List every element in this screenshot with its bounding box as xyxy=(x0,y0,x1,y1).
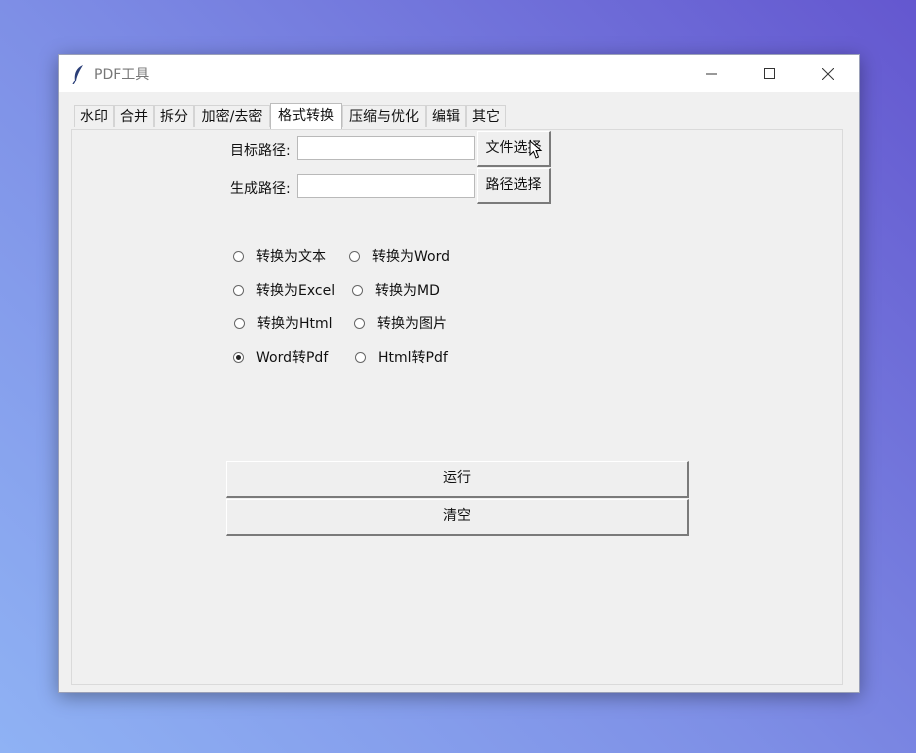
tab-encrypt[interactable]: 加密/去密 xyxy=(194,105,270,127)
run-button[interactable]: 运行 xyxy=(226,461,689,498)
radio-dot[interactable] xyxy=(233,285,244,296)
close-icon xyxy=(822,68,834,80)
minimize-icon xyxy=(706,73,717,75)
path-select-button[interactable]: 路径选择 xyxy=(477,168,551,204)
feather-icon xyxy=(72,65,83,84)
option-label: 转换为Word xyxy=(372,249,450,265)
app-window: PDF工具 水印 合并 拆分 加密/去密 格式转换 压缩与优化 编辑 其它 目标… xyxy=(58,54,860,693)
radio-dot[interactable] xyxy=(355,352,366,363)
radio-dot[interactable] xyxy=(352,285,363,296)
radio-dot[interactable] xyxy=(233,251,244,262)
title-bar[interactable]: PDF工具 xyxy=(59,55,859,92)
window-title: PDF工具 xyxy=(94,67,150,83)
radio-dot-selected[interactable] xyxy=(233,352,244,363)
radio-dot[interactable] xyxy=(349,251,360,262)
option-label: 转换为Excel xyxy=(256,283,336,299)
clear-button[interactable]: 清空 xyxy=(226,499,689,536)
target-path-input[interactable] xyxy=(297,136,475,160)
option-label: 转换为文本 xyxy=(256,249,326,265)
option-label: 转换为图片 xyxy=(377,316,447,332)
tab-edit[interactable]: 编辑 xyxy=(426,105,466,127)
format-convert-panel xyxy=(71,129,843,685)
option-label: Word转Pdf xyxy=(256,350,329,366)
option-label: 转换为MD xyxy=(375,283,440,299)
tab-other[interactable]: 其它 xyxy=(466,105,506,127)
maximize-button[interactable] xyxy=(741,55,799,92)
output-path-label: 生成路径: xyxy=(230,181,291,197)
tab-watermark[interactable]: 水印 xyxy=(74,105,114,127)
option-label: 转换为Html xyxy=(257,316,333,332)
tab-compress[interactable]: 压缩与优化 xyxy=(342,105,426,127)
option-label: Html转Pdf xyxy=(378,350,448,366)
mouse-cursor-icon xyxy=(529,140,543,159)
minimize-button[interactable] xyxy=(683,55,741,92)
maximize-icon xyxy=(764,68,775,79)
radio-dot[interactable] xyxy=(354,318,365,329)
close-button[interactable] xyxy=(799,55,857,92)
radio-dot[interactable] xyxy=(234,318,245,329)
tab-split[interactable]: 拆分 xyxy=(154,105,194,127)
tab-merge[interactable]: 合并 xyxy=(114,105,154,127)
output-path-input[interactable] xyxy=(297,174,475,198)
target-path-label: 目标路径: xyxy=(230,143,291,159)
tab-format-convert[interactable]: 格式转换 xyxy=(270,103,342,129)
